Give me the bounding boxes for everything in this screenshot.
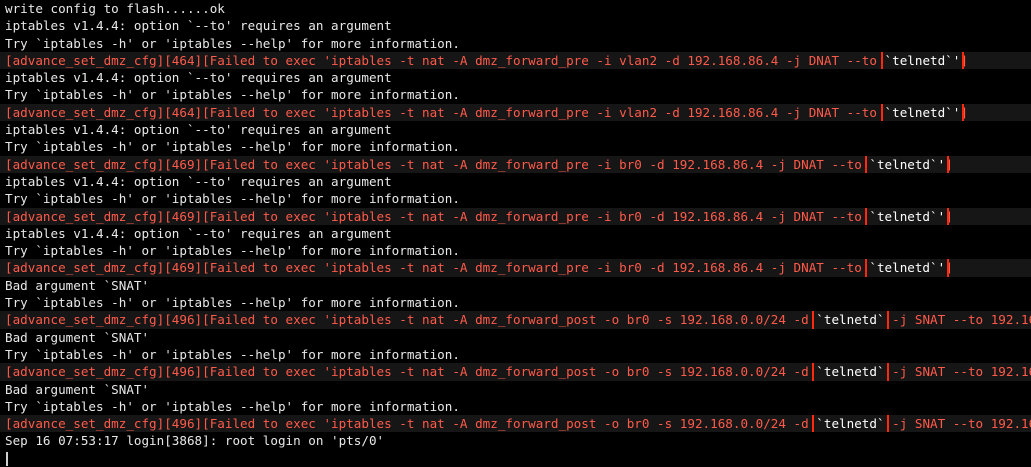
line-text: Try `iptables -h' or 'iptables --help' f… [5, 243, 460, 259]
error-text-tail: -j SNAT --to 192.168.0.1'] [892, 364, 1031, 380]
output-line: Bad argument `SNAT' [0, 381, 1031, 398]
output-line: iptables v1.4.4: option `--to' requires … [0, 17, 1031, 34]
highlighted-token: `telnetd`' [880, 103, 965, 122]
error-line: [advance_set_dmz_cfg][496][Failed to exe… [0, 363, 1031, 381]
output-line: Try `iptables -h' or 'iptables --help' f… [0, 138, 1031, 155]
line-text: iptables v1.4.4: option `--to' requires … [5, 225, 392, 241]
highlighted-token: `telnetd` [812, 311, 889, 329]
error-text-tail: ] [960, 104, 968, 120]
error-text: [advance_set_dmz_cfg][496][Failed to exe… [5, 416, 817, 432]
line-text: Try `iptables -h' or 'iptables --help' f… [5, 346, 460, 362]
line-text: Try `iptables -h' or 'iptables --help' f… [5, 35, 460, 51]
line-text: Bad argument `SNAT' [5, 381, 150, 397]
error-text: [advance_set_dmz_cfg][464][Failed to exe… [5, 104, 885, 120]
line-text: iptables v1.4.4: option `--to' requires … [5, 173, 392, 189]
highlighted-token: `telnetd` [812, 415, 889, 433]
line-text: Try `iptables -h' or 'iptables --help' f… [5, 295, 460, 311]
output-line: Try `iptables -h' or 'iptables --help' f… [0, 86, 1031, 103]
error-text-tail: -j SNAT --to 192.168.0.1'] [892, 416, 1031, 432]
output-line: iptables v1.4.4: option `--to' requires … [0, 173, 1031, 190]
line-text: Sep 16 07:53:17 login[3868]: root login … [5, 433, 385, 449]
error-text-tail: ] [945, 208, 953, 224]
line-text: Try `iptables -h' or 'iptables --help' f… [5, 191, 460, 207]
output-line: Try `iptables -h' or 'iptables --help' f… [0, 35, 1031, 52]
line-text: Bad argument `SNAT' [5, 277, 150, 293]
error-line: [advance_set_dmz_cfg][469][Failed to exe… [0, 155, 1031, 173]
highlighted-token: `telnetd`' [865, 207, 950, 225]
text-cursor [6, 452, 8, 467]
line-text: iptables v1.4.4: option `--to' requires … [5, 70, 392, 86]
output-line: Bad argument `SNAT' [0, 277, 1031, 294]
error-text: [advance_set_dmz_cfg][469][Failed to exe… [5, 156, 870, 172]
output-line: Sep 16 07:53:17 login[3868]: root login … [0, 432, 1031, 449]
output-line: Try `iptables -h' or 'iptables --help' f… [0, 294, 1031, 311]
line-text: Try `iptables -h' or 'iptables --help' f… [5, 398, 460, 414]
output-line: Try `iptables -h' or 'iptables --help' f… [0, 190, 1031, 207]
terminal-output[interactable]: write config to flash......ok iptables v… [0, 0, 1031, 467]
error-text: [advance_set_dmz_cfg][469][Failed to exe… [5, 260, 870, 276]
output-line: write config to flash......ok [0, 0, 1031, 17]
line-text: iptables v1.4.4: option `--to' requires … [5, 18, 392, 34]
error-line: [advance_set_dmz_cfg][464][Failed to exe… [0, 51, 1031, 70]
line-text: Bad argument `SNAT' [5, 329, 150, 345]
output-line: Bad argument `SNAT' [0, 329, 1031, 346]
output-line: Try `iptables -h' or 'iptables --help' f… [0, 242, 1031, 259]
error-line: [advance_set_dmz_cfg][496][Failed to exe… [0, 311, 1031, 329]
error-text: [advance_set_dmz_cfg][469][Failed to exe… [5, 208, 870, 224]
error-text-tail: -j SNAT --to 192.168.0.1'] [892, 312, 1031, 328]
error-text: [advance_set_dmz_cfg][464][Failed to exe… [5, 52, 885, 68]
error-text-tail: ] [960, 52, 968, 68]
highlighted-token: `telnetd`' [865, 155, 950, 173]
error-text-tail: ] [945, 260, 953, 276]
line-text: iptables v1.4.4: option `--to' requires … [5, 122, 392, 138]
line-text: write config to flash......ok [5, 1, 225, 16]
highlighted-token: `telnetd`' [865, 259, 950, 277]
error-text: [advance_set_dmz_cfg][496][Failed to exe… [5, 312, 817, 328]
highlighted-token: `telnetd`' [880, 51, 965, 70]
error-text-tail: ] [945, 156, 953, 172]
error-line: [advance_set_dmz_cfg][469][Failed to exe… [0, 259, 1031, 277]
error-text: [advance_set_dmz_cfg][496][Failed to exe… [5, 364, 817, 380]
line-text: Try `iptables -h' or 'iptables --help' f… [5, 139, 460, 155]
output-line: Try `iptables -h' or 'iptables --help' f… [0, 398, 1031, 415]
output-line: iptables v1.4.4: option `--to' requires … [0, 121, 1031, 138]
output-line: Try `iptables -h' or 'iptables --help' f… [0, 346, 1031, 363]
prompt-line[interactable] [0, 450, 1031, 467]
error-line: [advance_set_dmz_cfg][464][Failed to exe… [0, 103, 1031, 122]
output-line: iptables v1.4.4: option `--to' requires … [0, 225, 1031, 242]
output-line: iptables v1.4.4: option `--to' requires … [0, 69, 1031, 86]
error-line: [advance_set_dmz_cfg][469][Failed to exe… [0, 207, 1031, 225]
error-line: [advance_set_dmz_cfg][496][Failed to exe… [0, 415, 1031, 433]
line-text: Try `iptables -h' or 'iptables --help' f… [5, 87, 460, 103]
highlighted-token: `telnetd` [812, 363, 889, 381]
